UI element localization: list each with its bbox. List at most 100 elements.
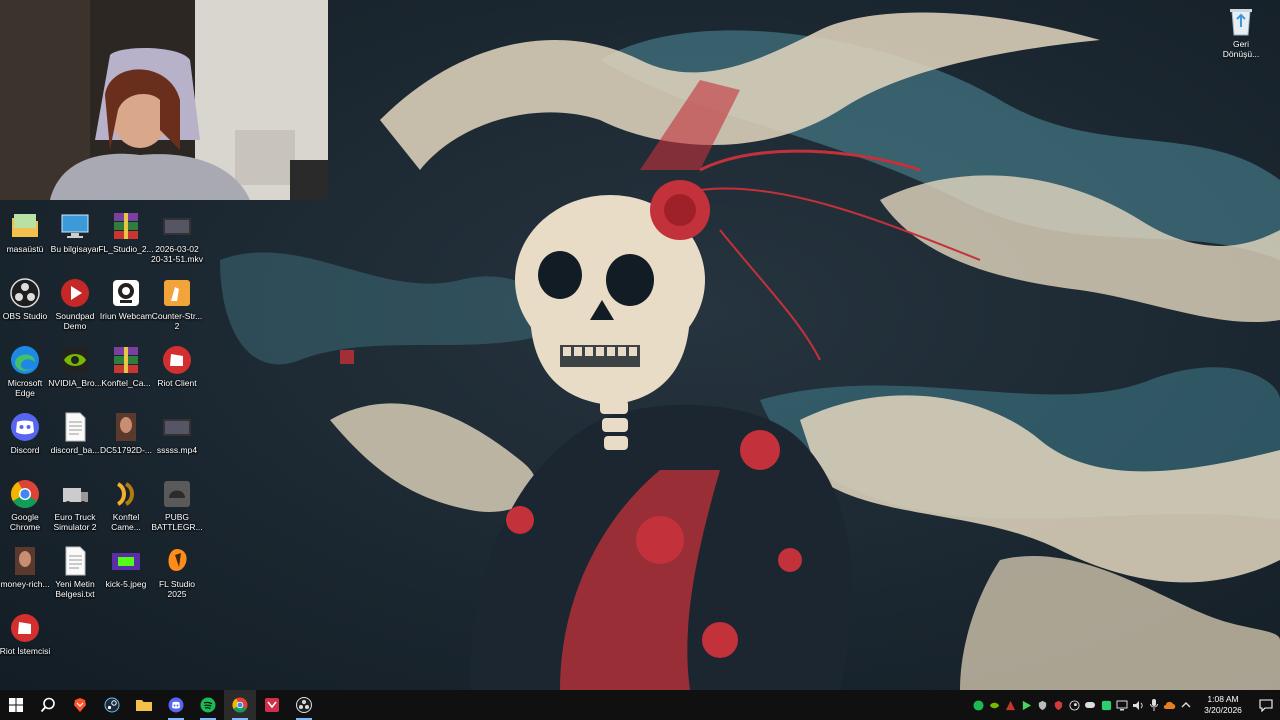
desktop-shortcut[interactable]: sssss.mp4 — [152, 409, 202, 475]
this-pc-icon — [61, 214, 89, 238]
tray-spotify[interactable] — [970, 690, 986, 720]
search-icon — [40, 697, 55, 713]
tray-microphone[interactable] — [1146, 690, 1162, 720]
recycle-bin-label: Geri Dönüşü... — [1222, 39, 1260, 59]
shortcut-glyph — [9, 344, 41, 376]
notification-icon — [1259, 698, 1273, 712]
text-file-icon — [65, 546, 86, 576]
shortcut-label: Iriun Webcam — [99, 311, 153, 321]
shortcut-label: Google Chrome — [9, 512, 41, 532]
desktop-shortcut[interactable]: Iriun Webcam — [99, 275, 153, 341]
shortcut-glyph — [161, 277, 193, 309]
shortcut-glyph — [59, 277, 91, 309]
desktop-shortcut[interactable]: masaüstü — [0, 208, 50, 274]
discord-button[interactable] — [160, 690, 192, 720]
desktop-shortcut[interactable]: 2026-03-02 20-31-51.mkv — [151, 208, 203, 274]
green-app-icon — [1101, 700, 1111, 710]
desktop-shortcut[interactable]: DC51792D-... — [100, 409, 152, 475]
desktop-shortcut[interactable]: Euro Truck Simulator 2 — [50, 476, 100, 542]
steam-button[interactable] — [96, 690, 128, 720]
desktop-shortcut[interactable]: Riot Client — [152, 342, 202, 408]
shortcut-glyph — [9, 612, 41, 644]
desktop-shortcut[interactable]: FL_Studio_2... — [98, 208, 154, 274]
tray-weather[interactable] — [1162, 690, 1178, 720]
desktop-shortcut[interactable]: Konftel Came... — [101, 476, 151, 542]
tray-nvidia[interactable] — [986, 690, 1002, 720]
desktop-shortcut[interactable]: discord_ba... — [50, 409, 100, 475]
shortcut-glyph — [110, 545, 142, 577]
app-button[interactable] — [256, 690, 288, 720]
recycle-bin-shortcut[interactable]: Geri Dönüşü... — [1216, 5, 1266, 65]
shortcut-glyph — [9, 478, 41, 510]
desktop-shortcut[interactable]: Konftel_Ca... — [101, 342, 151, 408]
tray-play[interactable] — [1018, 690, 1034, 720]
shortcut-label: sssss.mp4 — [156, 445, 198, 455]
tray-alert[interactable] — [1002, 690, 1018, 720]
desktop-shortcut[interactable]: Bu bilgisayar — [50, 208, 100, 274]
start-button[interactable] — [0, 690, 32, 720]
shortcut-label: Bu bilgisayar — [50, 244, 100, 254]
shortcut-label: Soundpad Demo — [55, 311, 95, 331]
tray-shield[interactable] — [1034, 690, 1050, 720]
iriun-webcam-icon — [113, 280, 139, 306]
shortcut-glyph — [59, 545, 91, 577]
clock-time: 1:08 AM — [1207, 694, 1239, 704]
edge-icon — [11, 346, 39, 374]
search-button[interactable] — [32, 690, 64, 720]
taskbar-clock[interactable]: 1:08 AM 3/20/2026 — [1194, 690, 1252, 720]
play-icon — [1022, 700, 1031, 710]
desktop-shortcut[interactable]: money-rich... — [0, 543, 50, 609]
discord-icon — [11, 413, 39, 441]
text-file-icon — [65, 412, 86, 442]
tray-network[interactable] — [1114, 690, 1130, 720]
pubg-icon — [164, 481, 190, 507]
desktop-shortcut[interactable]: Riot İstemcisi — [0, 610, 50, 676]
chrome-icon — [11, 480, 39, 508]
notification-center-button[interactable] — [1252, 690, 1280, 720]
riot-client-icon — [163, 346, 191, 374]
spotify-button[interactable] — [192, 690, 224, 720]
shortcut-label: Riot Client — [157, 378, 197, 388]
network-icon — [1116, 700, 1128, 710]
shortcut-label: Counter-Str... 2 — [151, 311, 203, 331]
shortcut-glyph — [110, 277, 142, 309]
brave-icon — [74, 698, 86, 712]
shortcut-glyph — [9, 411, 41, 443]
obs-button[interactable] — [288, 690, 320, 720]
shortcut-glyph — [59, 411, 91, 443]
tray-volume[interactable] — [1130, 690, 1146, 720]
desktop-shortcut[interactable]: PUBG BATTLEGR... — [151, 476, 203, 542]
tray-red[interactable] — [1050, 690, 1066, 720]
winrar-archive-icon — [114, 347, 138, 373]
tray-chevron[interactable] — [1178, 690, 1194, 720]
shortcut-label: Konftel Came... — [111, 512, 141, 532]
desktop-shortcut[interactable]: kick-5.jpeg — [101, 543, 151, 609]
shortcut-label: DC51792D-... — [100, 445, 152, 455]
desktop-shortcut[interactable]: Google Chrome — [0, 476, 50, 542]
tray-green[interactable] — [1098, 690, 1114, 720]
volume-icon — [1133, 700, 1143, 710]
tray-steam[interactable] — [1066, 690, 1082, 720]
desktop-shortcut[interactable]: FL Studio 2025 — [152, 543, 202, 609]
shortcut-label: FL_Studio_2... — [98, 244, 154, 254]
tray-gamepad[interactable] — [1082, 690, 1098, 720]
spotify-icon — [972, 699, 984, 711]
weather-icon — [1163, 701, 1176, 709]
desktop-shortcut[interactable]: Counter-Str... 2 — [152, 275, 202, 341]
desktop-shortcut[interactable]: NVIDIA_Bro... — [48, 342, 102, 408]
chrome-icon — [232, 697, 248, 713]
file-explorer-button[interactable] — [128, 690, 160, 720]
desktop-shortcut[interactable]: Yeni Metin Belgesi.txt — [50, 543, 100, 609]
winrar-archive-icon — [114, 213, 138, 239]
desktop-shortcut[interactable]: Discord — [0, 409, 50, 475]
desktop-shortcut[interactable]: Soundpad Demo — [50, 275, 100, 341]
brave-button[interactable] — [64, 690, 96, 720]
euro-truck-icon — [63, 488, 88, 507]
folder-icon — [136, 700, 152, 711]
shortcut-glyph — [59, 344, 91, 376]
chrome-button[interactable] — [224, 690, 256, 720]
clock-date: 3/20/2026 — [1204, 705, 1242, 715]
desktop-shortcut[interactable]: OBS Studio — [0, 275, 50, 341]
desktop-shortcut[interactable]: Microsoft Edge — [0, 342, 50, 408]
shortcut-label: NVIDIA_Bro... — [48, 378, 102, 388]
